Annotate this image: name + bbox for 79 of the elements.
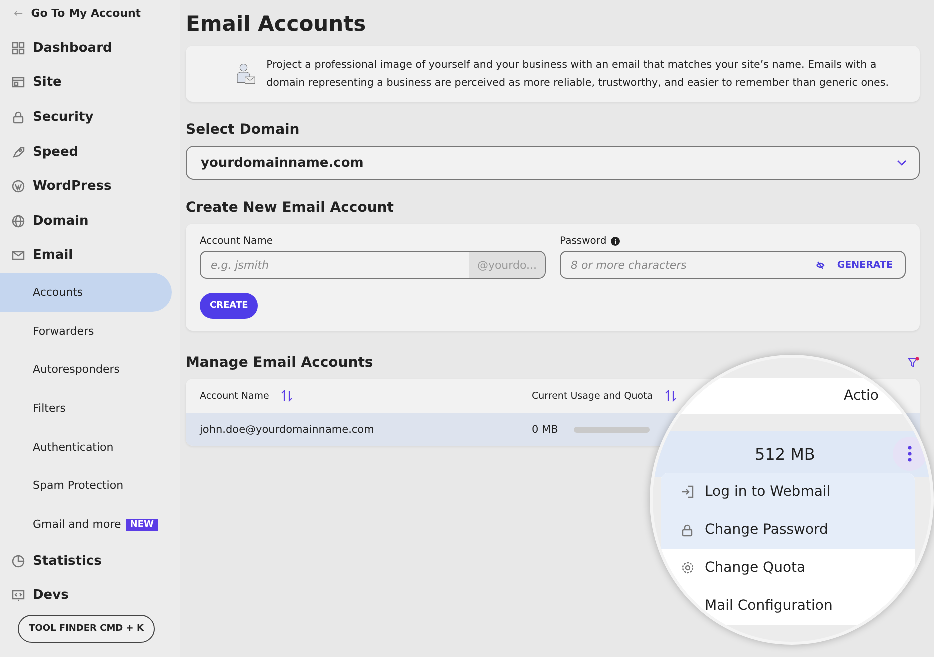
sidebar-section[interactable]: WordPress [0, 169, 180, 204]
info-icon [610, 237, 620, 246]
item-label: Gmail and more [33, 518, 122, 532]
menu-item[interactable]: Change Password [661, 511, 915, 549]
info-text: Project a professional image of yourself and your business with an email that matches your site’s name. Emails with a domain representing a business are perceived as more reliable, trustworthy, and easier to remember than generic ones. [266, 58, 890, 91]
sidebar-item[interactable]: Forwarders [0, 312, 172, 351]
tool-finder-button[interactable]: TOOL FINDER CMD + K [18, 615, 155, 644]
menu-item-label: Log in to Webmail [705, 484, 831, 500]
sidebar-item[interactable]: Filters [0, 389, 172, 428]
menu-item[interactable]: Log in to Webmail [661, 473, 915, 511]
menu-item-label: Mail Configuration [705, 598, 833, 614]
section-label: Site [33, 75, 62, 90]
selected-domain: yourdomainname.com [201, 156, 364, 170]
sidebar-section[interactable]: Site [0, 66, 180, 100]
sort-icon[interactable] [281, 390, 294, 402]
hide-icon[interactable] [816, 260, 826, 270]
create-button[interactable]: CREATE [200, 293, 258, 319]
section-label: Dashboard [33, 40, 112, 56]
section-heading: Create New Email Account [186, 200, 395, 216]
filter-icon[interactable] [908, 357, 920, 369]
chevron-down-icon [897, 160, 907, 166]
login-icon [681, 485, 695, 499]
sidebar-item[interactable]: Accounts [0, 273, 172, 312]
pie-chart-icon [12, 554, 25, 568]
sidebar-section[interactable]: Domain [0, 204, 180, 239]
section-label: Domain [33, 214, 89, 229]
menu-item[interactable]: Change Quota [661, 549, 915, 587]
section-label: Statistics [33, 554, 102, 569]
section-label: WordPress [33, 179, 112, 194]
password-input[interactable]: 8 or more characters [561, 258, 816, 272]
back-arrow: ← [14, 6, 24, 20]
password-field[interactable]: 8 or more characters GENERATE [560, 251, 906, 279]
section-label: Security [33, 110, 94, 125]
sidebar-section[interactable]: Devs [0, 578, 180, 614]
page-title: Email Accounts [186, 12, 368, 36]
code-monitor-icon [12, 589, 25, 602]
section-label: Speed [33, 144, 79, 160]
column-header: Actio [844, 388, 879, 404]
new-badge: NEW [126, 518, 158, 531]
sidebar-section[interactable]: Security [0, 100, 180, 135]
column-header: Current Usage and Quota [532, 390, 654, 402]
sidebar-item[interactable]: Gmail and more NEW [0, 505, 172, 544]
envelope-icon [12, 249, 25, 262]
grid-icon [12, 42, 25, 55]
sidebar-section[interactable]: Statistics [0, 544, 180, 579]
globe-icon [12, 214, 25, 228]
sidebar-item[interactable]: Autoresponders [0, 350, 172, 390]
sidebar-section[interactable]: Email [0, 238, 180, 274]
section-label: Email [33, 248, 74, 264]
usage-value: 0 MB [532, 424, 558, 436]
section-heading: Manage Email Accounts [186, 355, 374, 371]
more-button[interactable] [893, 437, 927, 471]
kebab-icon [908, 446, 912, 462]
browser-icon [12, 76, 25, 90]
table-cell-text: john.doe@yourdomainname.com [200, 424, 376, 436]
lock-icon [681, 524, 694, 536]
account-name-input[interactable]: e.g. jsmith [201, 258, 470, 272]
generate-button[interactable]: GENERATE [825, 260, 905, 270]
section-heading: Select Domain [186, 122, 301, 138]
back-link-label[interactable]: Go To My Account [31, 6, 142, 20]
field-label: Account Name [200, 236, 274, 247]
domain-select[interactable]: yourdomainname.com [186, 146, 920, 180]
back-link[interactable]: ← Go To My Account [0, 5, 180, 21]
sort-icon[interactable] [665, 390, 678, 402]
sidebar-item[interactable]: Authentication [0, 428, 172, 467]
sidebar-section[interactable]: Dashboard [0, 31, 180, 66]
menu-item-label: Change Password [705, 522, 828, 538]
field-label: Password [560, 236, 607, 247]
menu-item-label: Change Quota [705, 560, 806, 576]
gear-icon [681, 561, 695, 575]
sidebar-section[interactable]: Speed [0, 134, 180, 170]
wordpress-icon [12, 180, 25, 194]
section-label: Devs [33, 588, 69, 604]
sidebar-item[interactable]: Spam Protection [0, 466, 172, 506]
domain-suffix: @yourdo... [469, 252, 545, 278]
rocket-icon [12, 146, 25, 159]
lock-icon [12, 110, 25, 124]
column-header: Account Name [200, 390, 270, 402]
quota-value: 512 MB [755, 444, 816, 464]
